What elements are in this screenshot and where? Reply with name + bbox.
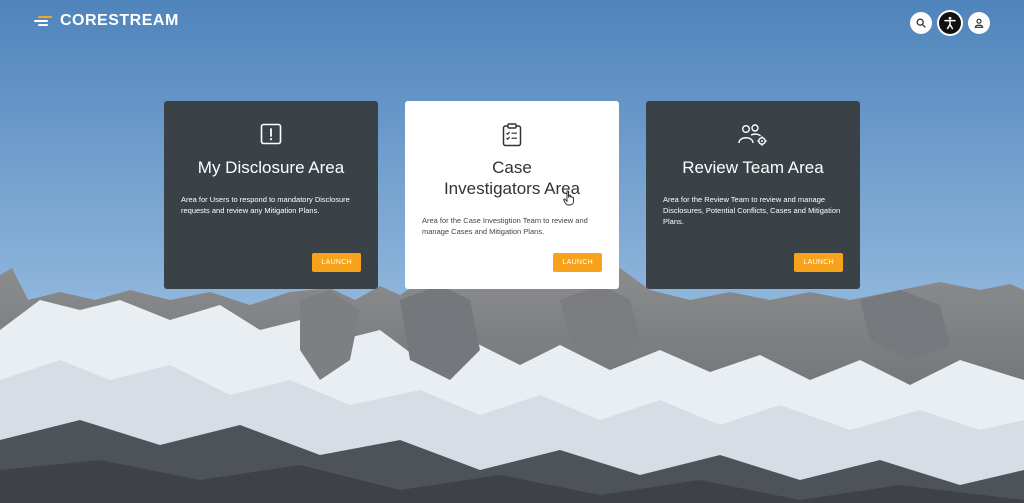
card-review-team-area: Review Team Area Area for the Review Tea…: [646, 101, 860, 289]
accessibility-button[interactable]: [939, 12, 961, 34]
launch-button[interactable]: LAUNCH: [553, 253, 602, 272]
card-title: My Disclosure Area: [197, 158, 345, 177]
top-bar: CORESTREAM: [0, 0, 1024, 46]
accessibility-icon: [944, 16, 956, 30]
card-description: Area for the Case Investigtion Team to r…: [422, 216, 588, 236]
clipboard-checklist-icon: [502, 123, 522, 147]
brand-name: CORESTREAM: [60, 12, 179, 29]
launch-button[interactable]: LAUNCH: [794, 253, 843, 272]
card-my-disclosure-area: My Disclosure Area Area for Users to res…: [164, 101, 378, 289]
card-title: Review Team Area: [682, 158, 824, 177]
header-actions: [910, 12, 990, 34]
hand-cursor-icon: [563, 190, 574, 206]
user-icon: [974, 18, 984, 28]
search-button[interactable]: [910, 12, 932, 34]
alert-icon: [260, 123, 282, 145]
team-settings-icon: [738, 124, 767, 146]
user-button[interactable]: [968, 12, 990, 34]
launch-button[interactable]: LAUNCH: [312, 253, 361, 272]
card-case-investigators-area: Case Investigators Area Area for the Cas…: [405, 101, 619, 289]
card-description: Area for the Review Team to review and m…: [663, 195, 841, 226]
logo-mark-icon: [34, 13, 52, 29]
card-description: Area for Users to respond to mandatory D…: [181, 195, 350, 215]
search-icon: [916, 18, 926, 28]
brand-logo[interactable]: CORESTREAM: [34, 12, 179, 30]
